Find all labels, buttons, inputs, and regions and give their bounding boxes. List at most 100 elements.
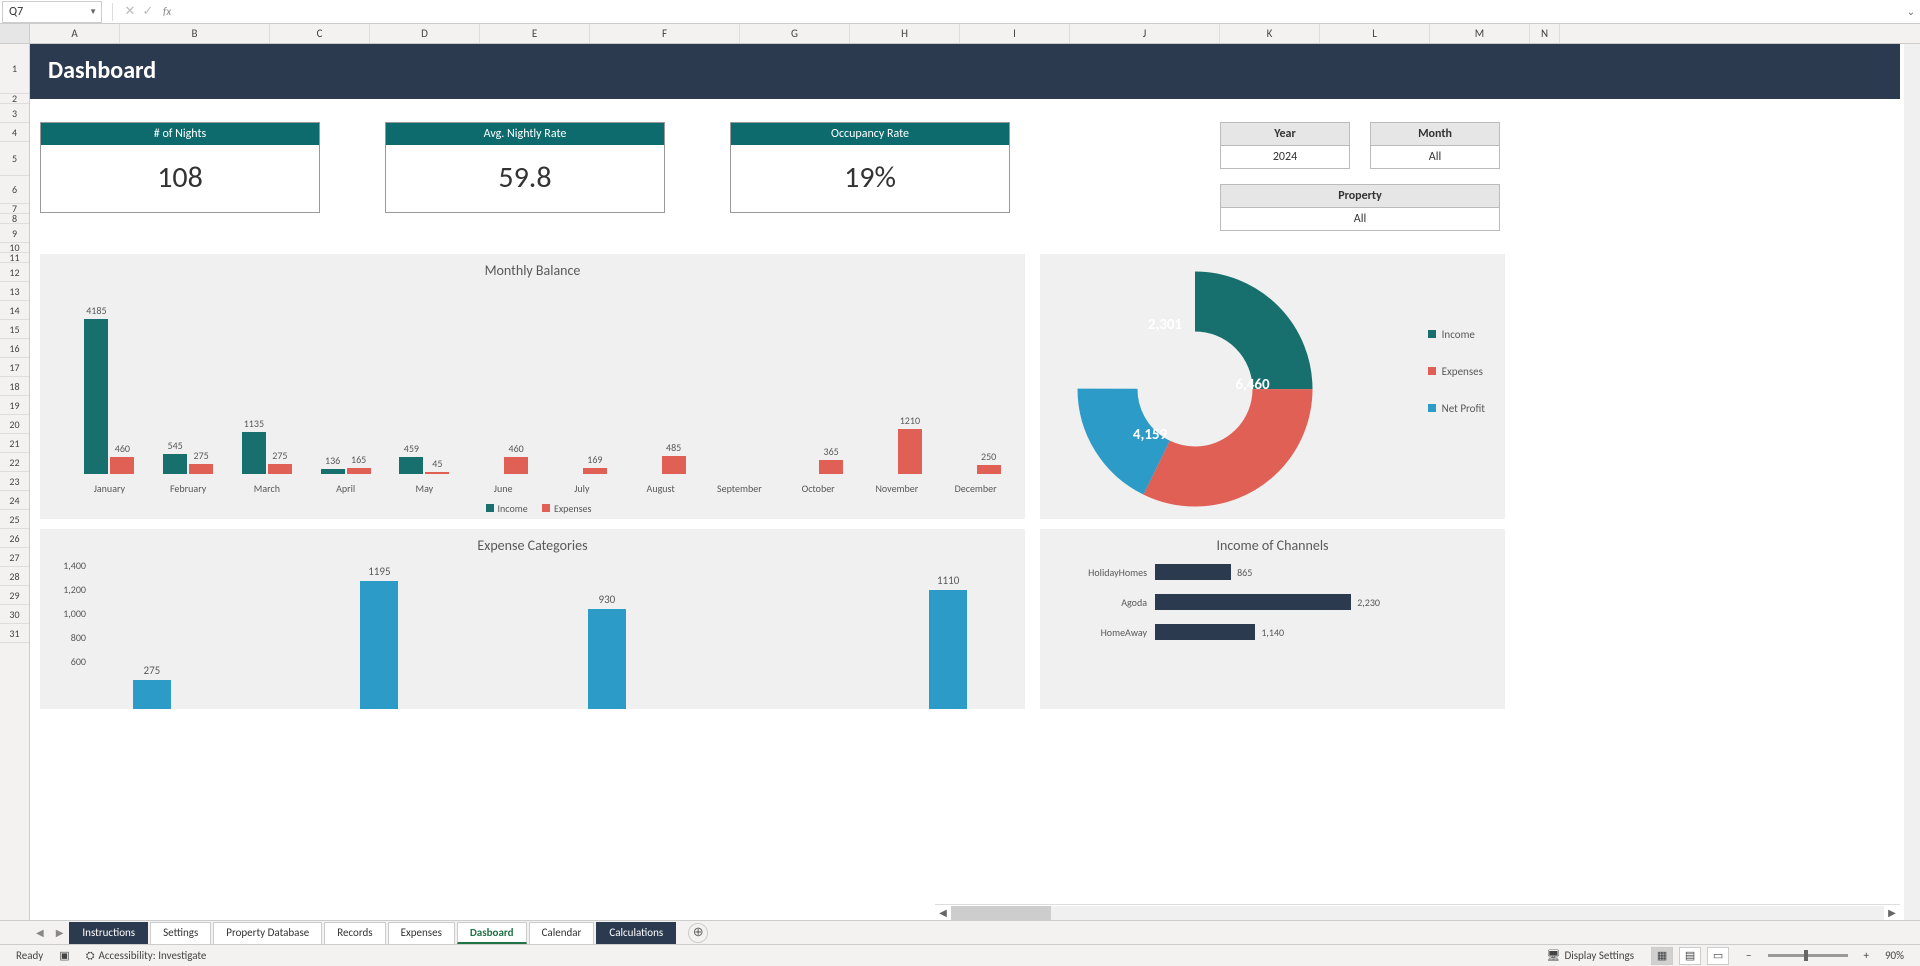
- sheet-tab[interactable]: Expenses: [388, 922, 455, 944]
- filter-value: All: [1371, 146, 1499, 168]
- scroll-right-icon[interactable]: ▶: [1884, 906, 1900, 919]
- row-header[interactable]: 14: [0, 301, 29, 320]
- row-header[interactable]: 16: [0, 339, 29, 358]
- select-all-corner[interactable]: [0, 24, 30, 43]
- tab-nav-next-icon[interactable]: ▶: [50, 926, 70, 939]
- svg-text:6,460: 6,460: [1235, 376, 1270, 394]
- formula-input[interactable]: [177, 1, 1902, 23]
- row-header[interactable]: 15: [0, 320, 29, 339]
- page-layout-view-button[interactable]: ▤: [1679, 947, 1701, 965]
- sheet-tab[interactable]: Property Database: [213, 922, 322, 944]
- zoom-level[interactable]: 90%: [1885, 949, 1904, 962]
- sheet-tab[interactable]: Records: [324, 922, 385, 944]
- row-header[interactable]: 19: [0, 396, 29, 415]
- col-header[interactable]: E: [480, 24, 590, 43]
- zoom-handle[interactable]: [1804, 950, 1808, 961]
- chart-legend: Income Expenses: [40, 502, 1025, 515]
- scroll-left-icon[interactable]: ◀: [935, 906, 951, 919]
- name-box[interactable]: Q7 ▼: [2, 1, 102, 23]
- scroll-thumb[interactable]: [951, 906, 1051, 920]
- row-header[interactable]: 20: [0, 415, 29, 434]
- accept-formula-icon[interactable]: ✓: [139, 4, 157, 19]
- row-header[interactable]: 21: [0, 434, 29, 453]
- normal-view-button[interactable]: ▦: [1651, 947, 1673, 965]
- sheet-canvas[interactable]: Dashboard # of Nights 108 Avg. Nightly R…: [30, 44, 1920, 920]
- col-header[interactable]: G: [740, 24, 850, 43]
- row-header[interactable]: 28: [0, 567, 29, 586]
- col-header[interactable]: C: [270, 24, 370, 43]
- row-header[interactable]: 25: [0, 510, 29, 529]
- filter-month[interactable]: Month All: [1370, 122, 1500, 169]
- col-header[interactable]: B: [120, 24, 270, 43]
- row-headers: 1 2 3 4 5 6 7 8 9 10 11 12 13 14 15 16 1…: [0, 44, 30, 920]
- row-header[interactable]: 2: [0, 94, 29, 104]
- row-header[interactable]: 6: [0, 176, 29, 204]
- row-header[interactable]: 4: [0, 123, 29, 142]
- col-header[interactable]: K: [1220, 24, 1320, 43]
- sheet-tab[interactable]: Calendar: [529, 922, 595, 944]
- chart-donut-summary[interactable]: 6,460 4,159 2,301 Income Expenses Net Pr…: [1040, 254, 1505, 519]
- kpi-value: 19%: [731, 145, 1009, 212]
- expand-formula-bar-icon[interactable]: ⌄: [1902, 5, 1920, 18]
- zoom-out-button[interactable]: −: [1746, 949, 1751, 962]
- accessibility-status[interactable]: ⛭ Accessibility: Investigate: [86, 949, 207, 963]
- filter-label: Year: [1221, 123, 1349, 146]
- filter-year[interactable]: Year 2024: [1220, 122, 1350, 169]
- row-header[interactable]: 12: [0, 263, 29, 282]
- col-header[interactable]: D: [370, 24, 480, 43]
- chevron-down-icon[interactable]: ▼: [89, 7, 97, 17]
- row-header[interactable]: 29: [0, 586, 29, 605]
- kpi-label: Occupancy Rate: [731, 123, 1009, 145]
- tab-nav-prev-icon[interactable]: ◀: [30, 926, 50, 939]
- col-header[interactable]: F: [590, 24, 740, 43]
- sheet-tab[interactable]: Dasboard: [457, 922, 527, 944]
- sheet-tab[interactable]: Calculations: [596, 922, 676, 944]
- row-header[interactable]: 18: [0, 377, 29, 396]
- filter-property[interactable]: Property All: [1220, 184, 1500, 231]
- chart-monthly-balance[interactable]: Monthly Balance 418546054527511352751361…: [40, 254, 1025, 519]
- page-break-view-button[interactable]: ▭: [1707, 947, 1729, 965]
- row-header[interactable]: 23: [0, 472, 29, 491]
- chart-title: Income of Channels: [1040, 529, 1505, 558]
- sheet-tab[interactable]: Instructions: [69, 922, 148, 944]
- kpi-nights: # of Nights 108: [40, 122, 320, 213]
- zoom-in-button[interactable]: +: [1864, 949, 1869, 962]
- row-header[interactable]: 17: [0, 358, 29, 377]
- col-header[interactable]: L: [1320, 24, 1430, 43]
- col-header[interactable]: H: [850, 24, 960, 43]
- row-header[interactable]: 22: [0, 453, 29, 472]
- scroll-track[interactable]: [951, 906, 1884, 920]
- row-header[interactable]: 24: [0, 491, 29, 510]
- zoom-slider[interactable]: [1768, 954, 1848, 957]
- horizontal-scrollbar[interactable]: ◀ ▶: [935, 904, 1900, 920]
- row-header[interactable]: 26: [0, 529, 29, 548]
- filter-value: All: [1221, 208, 1499, 230]
- cancel-formula-icon[interactable]: ✕: [121, 4, 139, 19]
- row-header[interactable]: 31: [0, 624, 29, 643]
- row-header[interactable]: 5: [0, 142, 29, 176]
- accessibility-icon: ⛭: [86, 949, 95, 963]
- row-header[interactable]: 3: [0, 104, 29, 123]
- row-header[interactable]: 11: [0, 253, 29, 263]
- display-settings-button[interactable]: 🖥 Display Settings: [1546, 949, 1634, 962]
- macro-record-icon[interactable]: ▣: [59, 949, 69, 962]
- chart-income-channels[interactable]: Income of Channels HolidayHomes865Agoda2…: [1040, 529, 1505, 709]
- row-header[interactable]: 30: [0, 605, 29, 624]
- row-header[interactable]: 8: [0, 214, 29, 224]
- row-header[interactable]: 27: [0, 548, 29, 567]
- filter-label: Property: [1221, 185, 1499, 208]
- add-sheet-button[interactable]: ⊕: [688, 923, 708, 943]
- chart-expense-categories[interactable]: Expense Categories 1,400 1,200 1,000 800…: [40, 529, 1025, 709]
- col-header[interactable]: A: [30, 24, 120, 43]
- tabs-container: InstructionsSettingsProperty DatabaseRec…: [69, 922, 678, 944]
- chart-plot-area: HolidayHomes865Agoda2,230HomeAway1,140: [1050, 564, 1485, 654]
- col-header[interactable]: M: [1430, 24, 1530, 43]
- row-header[interactable]: 13: [0, 282, 29, 301]
- col-header[interactable]: N: [1530, 24, 1560, 43]
- col-header[interactable]: J: [1070, 24, 1220, 43]
- sheet-tab[interactable]: Settings: [150, 922, 211, 944]
- vertical-scrollbar[interactable]: [1904, 44, 1920, 920]
- row-header[interactable]: 1: [0, 44, 29, 94]
- fx-icon[interactable]: fx: [163, 5, 171, 18]
- col-header[interactable]: I: [960, 24, 1070, 43]
